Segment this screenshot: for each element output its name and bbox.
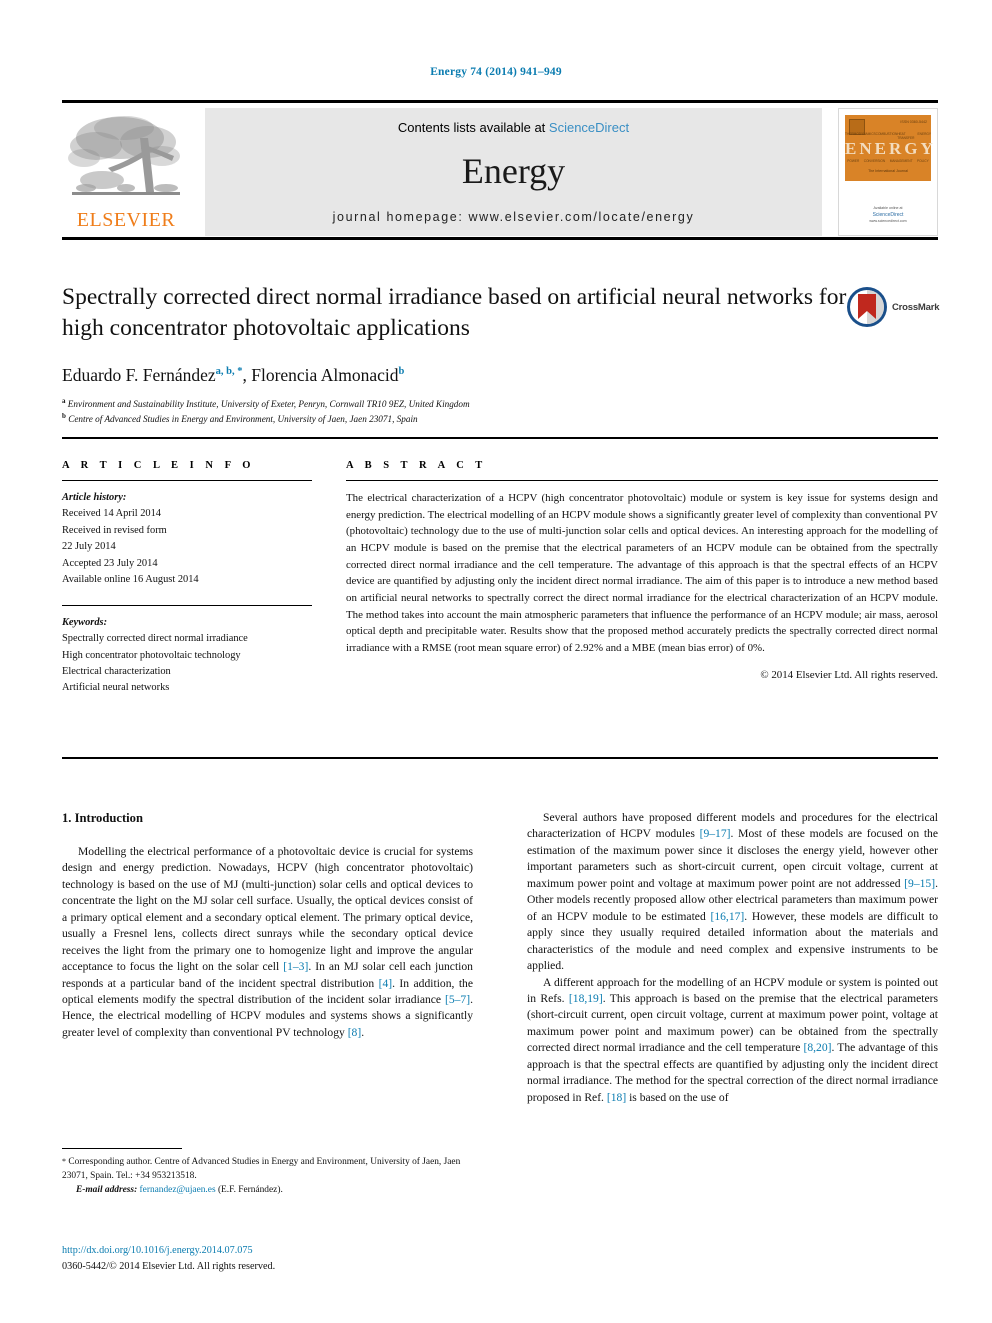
footnote-rule bbox=[62, 1148, 182, 1149]
affiliation-a: a Environment and Sustainability Institu… bbox=[62, 396, 938, 411]
crossmark-label: CrossMark bbox=[892, 302, 940, 313]
history-item: Received in revised form bbox=[62, 524, 167, 536]
intro-text: is based on the use of bbox=[626, 1090, 729, 1104]
running-head: Energy 74 (2014) 941–949 bbox=[430, 66, 562, 78]
title-block: Spectrally corrected direct normal irrad… bbox=[62, 282, 940, 427]
doi-link[interactable]: http://dx.doi.org/10.1016/j.energy.2014.… bbox=[62, 1243, 482, 1259]
footnote-email-line: E-mail address: fernandez@ujaen.es (E.F.… bbox=[62, 1183, 473, 1197]
keyword-item: Spectrally corrected direct normal irrad… bbox=[62, 633, 248, 645]
keywords-block: Keywords: Spectrally corrected direct no… bbox=[62, 615, 312, 697]
journal-cover-thumbnail: ISSN 0360-5442 THERMODYNAMICS COMBUSTION… bbox=[838, 108, 938, 236]
email-address-label: E-mail address: bbox=[76, 1185, 138, 1196]
article-info-rule bbox=[62, 480, 312, 481]
citation-ref[interactable]: [8] bbox=[348, 1026, 362, 1039]
keyword-item: Electrical characterization bbox=[62, 665, 171, 677]
section-heading-introduction: 1. Introduction bbox=[62, 811, 143, 825]
citation-ref[interactable]: [9–15] bbox=[904, 877, 935, 890]
citation-ref[interactable]: [4] bbox=[379, 977, 393, 990]
cover-footer-line3: www.sciencedirect.com bbox=[869, 219, 907, 224]
imprint-block: http://dx.doi.org/10.1016/j.energy.2014.… bbox=[62, 1243, 482, 1275]
citation-ref[interactable]: [9–17] bbox=[700, 827, 731, 840]
author-affil-marks: b bbox=[398, 366, 405, 378]
author-affil-marks: a, b, * bbox=[215, 366, 243, 378]
crossmark-icon bbox=[847, 287, 887, 327]
keyword-item: High concentrator photovoltaic technolog… bbox=[62, 649, 241, 661]
article-history: Article history: Received 14 April 2014 … bbox=[62, 490, 312, 589]
elsevier-wordmark: ELSEVIER bbox=[76, 209, 176, 231]
paper-page: Energy 74 (2014) 941–949 ELSEVIER Conten… bbox=[0, 0, 992, 1323]
intro-paragraph-left: Modelling the electrical performance of … bbox=[62, 844, 473, 1041]
cover-topic: POLICY bbox=[917, 159, 929, 163]
abstract-bottom-rule bbox=[62, 757, 938, 759]
cover-footer: Available online at ScienceDirect www.sc… bbox=[839, 206, 937, 226]
footnote-text: Corresponding author. Centre of Advanced… bbox=[62, 1157, 461, 1182]
journal-masthead: ELSEVIER Contents lists available at Sci… bbox=[62, 100, 938, 240]
cover-topic: POWER bbox=[847, 159, 860, 163]
body-column-right: Several authors have proposed different … bbox=[527, 810, 938, 1106]
intro-paragraph-right-2: A different approach for the modelling o… bbox=[527, 975, 938, 1107]
article-history-label: Article history: bbox=[62, 492, 127, 503]
affiliations: a Environment and Sustainability Institu… bbox=[62, 396, 938, 427]
author-name: Eduardo F. Fernández bbox=[62, 365, 216, 386]
email-link[interactable]: fernandez@ujaen.es bbox=[140, 1185, 216, 1195]
info-section-top-rule bbox=[62, 437, 938, 439]
citation-ref[interactable]: [18,19] bbox=[569, 992, 603, 1005]
journal-homepage-link[interactable]: journal homepage: www.elsevier.com/locat… bbox=[205, 210, 822, 224]
cover-topic: MANAGEMENT bbox=[889, 159, 913, 163]
masthead-bottom-rule bbox=[62, 237, 938, 240]
abstract-copyright: © 2014 Elsevier Ltd. All rights reserved… bbox=[760, 668, 938, 681]
citation-ref[interactable]: [8,20] bbox=[803, 1041, 831, 1054]
keyword-item: Artificial neural networks bbox=[62, 682, 170, 694]
affiliation-mark: b bbox=[62, 412, 66, 421]
journal-title: Energy bbox=[461, 151, 566, 191]
abstract-panel: A B S T R A C T The electrical character… bbox=[346, 460, 938, 681]
masthead-top-rule bbox=[62, 100, 938, 103]
keywords-label: Keywords: bbox=[62, 616, 108, 628]
contents-prefix: Contents lists available at bbox=[397, 120, 549, 135]
corresponding-author-footnote: * Corresponding author. Centre of Advanc… bbox=[62, 1148, 473, 1197]
page-title: Spectrally corrected direct normal irrad… bbox=[62, 284, 847, 342]
article-info-heading: A R T I C L E I N F O bbox=[62, 460, 255, 471]
email-owner: (E.F. Fernández). bbox=[215, 1185, 283, 1196]
cover-orange-band: ISSN 0360-5442 THERMODYNAMICS COMBUSTION… bbox=[845, 115, 936, 181]
abstract-rule bbox=[346, 480, 938, 481]
keywords-rule bbox=[62, 604, 312, 606]
history-item: Received 14 April 2014 bbox=[62, 508, 161, 520]
cover-topic: CONVERSION bbox=[863, 159, 886, 163]
elsevier-tree-icon bbox=[68, 116, 180, 195]
citation-ref[interactable]: [18] bbox=[607, 1091, 626, 1104]
intro-paragraph-right-1: Several authors have proposed different … bbox=[527, 810, 938, 975]
citation-ref[interactable]: [1–3] bbox=[283, 960, 308, 973]
cover-issn-note: ISSN 0360-5442 bbox=[900, 120, 927, 124]
article-info-panel: A R T I C L E I N F O Article history: R… bbox=[62, 460, 312, 697]
footnote-corresponding-line: * Corresponding author. Centre of Advanc… bbox=[62, 1155, 473, 1183]
journal-banner: Contents lists available at ScienceDirec… bbox=[205, 108, 822, 236]
elsevier-logo: ELSEVIER bbox=[62, 108, 190, 236]
affiliation-mark: a bbox=[62, 397, 66, 406]
history-item: Accepted 23 July 2014 bbox=[62, 557, 158, 569]
intro-text: . bbox=[361, 1025, 365, 1039]
affiliation-text: Centre of Advanced Studies in Energy and… bbox=[68, 414, 418, 425]
cover-footer-line2: ScienceDirect bbox=[872, 212, 904, 219]
abstract-text: The electrical characterization of a HCP… bbox=[346, 492, 938, 655]
citation-ref[interactable]: [16,17] bbox=[710, 910, 744, 923]
citation-ref[interactable]: [5–7] bbox=[445, 993, 470, 1006]
sciencedirect-link[interactable]: ScienceDirect bbox=[549, 120, 629, 135]
cover-subtitle: The International Journal bbox=[868, 169, 908, 173]
affiliation-text: Environment and Sustainability Institute… bbox=[67, 399, 470, 410]
issn-copyright-line: 0360-5442/© 2014 Elsevier Ltd. All right… bbox=[62, 1260, 276, 1272]
history-item: Available online 16 August 2014 bbox=[62, 574, 199, 586]
author-list: Eduardo F. Fernándeza, b, *, Florencia A… bbox=[62, 365, 405, 386]
crossmark-badge[interactable]: CrossMark bbox=[846, 286, 940, 332]
history-item: 22 July 2014 bbox=[62, 541, 116, 553]
intro-text: Modelling the electrical performance of … bbox=[62, 844, 473, 974]
cover-topic-row-bottom: POWER CONVERSION MANAGEMENT POLICY bbox=[845, 159, 931, 163]
author-name: Florencia Almonacid bbox=[251, 365, 399, 386]
cover-title: ENERGY bbox=[845, 139, 936, 158]
abstract-heading: A B S T R A C T bbox=[346, 460, 487, 471]
affiliation-b: b Centre of Advanced Studies in Energy a… bbox=[62, 411, 938, 426]
contents-available-line: Contents lists available at ScienceDirec… bbox=[205, 120, 822, 135]
body-column-left: 1. Introduction Modelling the electrical… bbox=[62, 810, 473, 1041]
